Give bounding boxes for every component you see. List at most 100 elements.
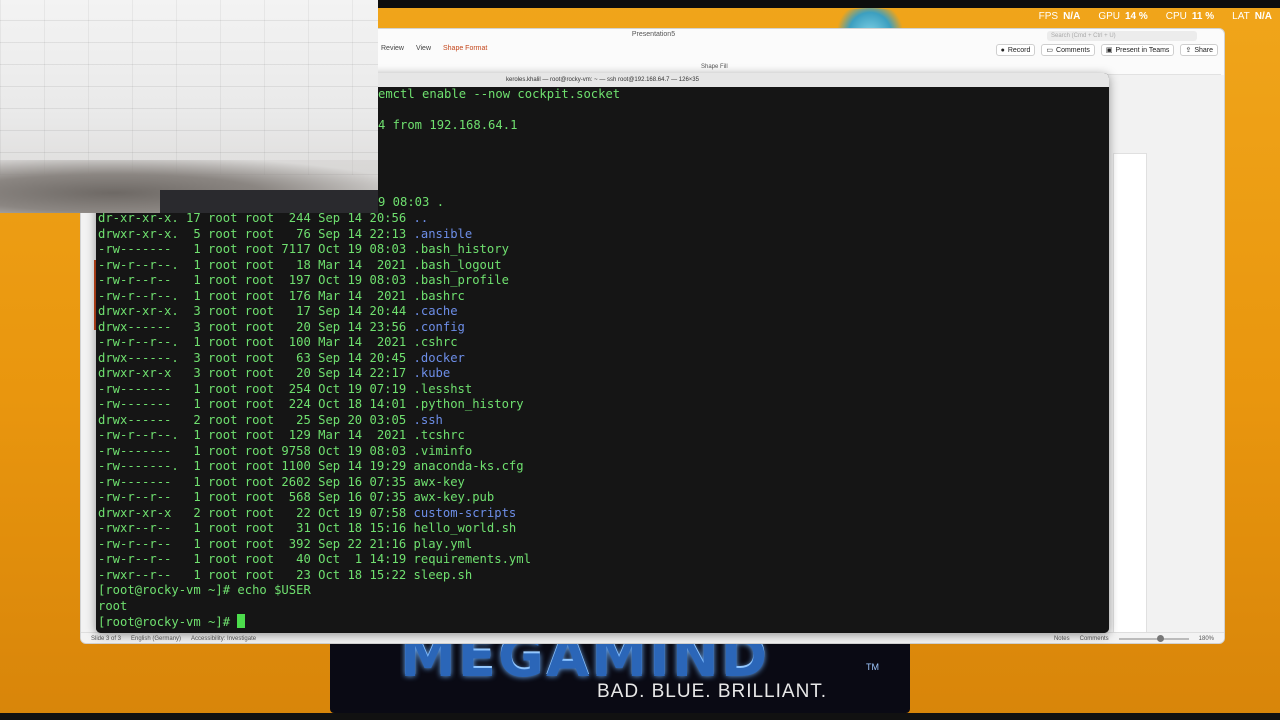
tab-review[interactable]: Review <box>381 45 404 52</box>
record-button[interactable]: ● Record <box>995 44 1036 56</box>
ls-row: -rw-r--r--. 1 root root 18 Mar 14 2021 .… <box>98 258 502 274</box>
ls-row-meta: drwx------. 3 root root 63 Sep 14 20:45 <box>98 350 414 365</box>
ls-row-meta: -rw-r--r-- 1 root root 568 Sep 16 07:35 <box>98 490 414 504</box>
wallpaper-tagline: BAD. BLUE. BRILLIANT. <box>597 681 828 702</box>
comments-label: Comments <box>1056 46 1090 54</box>
share-label: Share <box>1194 46 1213 54</box>
ls-row-filename: awx-key <box>413 474 465 489</box>
ls-row-filename: .lesshst <box>413 381 473 396</box>
terminal-prompt-line: [root@rocky-vm ~]# <box>98 614 246 630</box>
zoom-slider-knob[interactable] <box>1156 635 1164 642</box>
stat-label: LAT <box>1232 11 1250 22</box>
ls-row-filename: .bash_profile <box>413 273 509 287</box>
ls-row-filename: .viminfo <box>413 443 473 458</box>
ls-row-dirname: .cache <box>413 304 458 318</box>
ls-row-meta: drwx------ 3 root root 20 Sep 14 23:56 <box>98 319 414 334</box>
ppt-ribbon-tabs: Review View Shape Format <box>381 45 487 52</box>
accessibility-indicator[interactable]: Accessibility: Investigate <box>191 636 256 642</box>
ls-row: -rw------- 1 root root 9758 Oct 19 08:03… <box>98 444 472 460</box>
webcam-feed <box>0 0 378 213</box>
comments-status-button[interactable]: Comments <box>1080 636 1109 642</box>
record-icon: ● <box>1000 46 1005 54</box>
ls-row-dirname: .ssh <box>413 412 443 427</box>
record-label: Record <box>1007 46 1031 54</box>
ls-row-meta: -rw------- 1 root root 9758 Oct 19 08:03 <box>98 443 414 458</box>
ls-row: -rwxr--r-- 1 root root 31 Oct 18 15:16 h… <box>98 521 516 537</box>
ls-row-dirname: .config <box>413 319 465 334</box>
stat-label: CPU <box>1165 11 1187 22</box>
ls-row-filename: .bashrc <box>413 288 465 303</box>
terminal-line-text: 9 08:03 . <box>378 195 445 209</box>
ppt-slide[interactable] <box>1113 153 1147 637</box>
notes-button[interactable]: Notes <box>1054 636 1070 642</box>
ls-row: drwxr-xr-x. 5 root root 76 Sep 14 22:13 … <box>98 227 472 243</box>
comments-button[interactable]: ▭ Comments <box>1041 44 1095 56</box>
share-icon: ⇪ <box>1185 47 1192 54</box>
share-button[interactable]: ⇪ Share <box>1180 44 1218 56</box>
terminal-output-line: root <box>98 599 127 615</box>
terminal-line: 4 from 192.168.64.1 <box>378 118 517 134</box>
ls-row-dirname: .. <box>413 211 429 225</box>
ls-row-filename: requirements.yml <box>413 552 531 566</box>
ls-row-dirname: .docker <box>413 350 465 365</box>
ppt-search-field[interactable]: Search (Cmd + Ctrl + U) <box>1047 31 1197 41</box>
ls-row: drwx------. 3 root root 63 Sep 14 20:45 … <box>98 351 465 367</box>
ls-row-dirname: .ansible <box>413 226 473 241</box>
ls-row-meta: -rw-r--r--. 1 root root 176 Mar 14 2021 <box>98 288 414 303</box>
stat-label: GPU <box>1098 11 1120 22</box>
ls-row-meta: -rwxr--r-- 1 root root 31 Oct 18 15:16 <box>98 521 414 535</box>
ls-row: -rw------- 1 root root 224 Oct 18 14:01 … <box>98 397 524 413</box>
ls-row: -rw-r--r-- 1 root root 392 Sep 22 21:16 … <box>98 537 472 553</box>
ls-row-meta: drwxr-xr-x 3 root root 20 Sep 14 22:17 <box>98 366 414 380</box>
tab-shape-format[interactable]: Shape Format <box>443 45 487 52</box>
teams-icon: ▣ <box>1105 47 1113 54</box>
terminal-output-text: root <box>98 598 128 613</box>
stat-lat: LAT N/A <box>1232 11 1272 27</box>
ls-row: -rw-r--r-- 1 root root 197 Oct 19 08:03 … <box>98 273 509 289</box>
ppt-status-right: Notes Comments 180% <box>1054 635 1214 642</box>
performance-overlay: FPS N/A GPU 14 % CPU 11 % LAT N/A <box>1039 11 1272 27</box>
terminal-line: 9 08:03 . <box>378 195 444 211</box>
terminal-cursor[interactable] <box>237 614 246 628</box>
ls-row-filename: play.yml <box>413 536 473 551</box>
slide-counter: Slide 3 of 3 <box>91 636 122 642</box>
tab-view[interactable]: View <box>416 45 431 52</box>
present-in-teams-button[interactable]: ▣ Present in Teams <box>1100 44 1175 56</box>
ls-row: -rw------- 1 root root 7117 Oct 19 08:03… <box>98 242 509 258</box>
comments-icon: ▭ <box>1046 47 1054 54</box>
wallpaper-trademark: TM <box>866 662 879 672</box>
zoom-slider[interactable] <box>1118 635 1189 642</box>
ls-row-filename: awx-key.pub <box>413 490 495 504</box>
ls-row-meta: -rw------- 1 root root 2602 Sep 16 07:35 <box>98 474 414 489</box>
stat-fps: FPS N/A <box>1039 11 1081 27</box>
ls-row: drwxr-xr-x. 3 root root 17 Sep 14 20:44 … <box>98 304 458 320</box>
ls-row-meta: dr-xr-xr-x. 17 root root 244 Sep 14 20:5… <box>98 211 414 225</box>
stat-gpu: GPU 14 % <box>1098 11 1147 27</box>
ls-row: drwxr-xr-x 3 root root 20 Sep 14 22:17 .… <box>98 366 450 382</box>
present-in-teams-label: Present in Teams <box>1115 46 1170 54</box>
ls-row: -rw-r--r--. 1 root root 100 Mar 14 2021 … <box>98 335 458 351</box>
ls-row-meta: drwxr-xr-x. 3 root root 17 Sep 14 20:44 <box>98 304 414 318</box>
terminal-line-text: emctl enable --now cockpit.socket <box>378 87 621 101</box>
webcam-brick-wall <box>0 0 378 175</box>
ls-row: -rw------- 1 root root 2602 Sep 16 07:35… <box>98 475 465 491</box>
ls-row: dr-xr-xr-x. 17 root root 244 Sep 14 20:5… <box>98 211 428 227</box>
ppt-status-left: Slide 3 of 3 English (Germany) Accessibi… <box>91 636 256 642</box>
shape-fill-button[interactable]: Shape Fill <box>701 64 728 70</box>
ls-row-filename: .python_history <box>413 397 524 411</box>
ls-row-meta: -rwxr--r-- 1 root root 23 Oct 18 15:22 <box>98 567 414 582</box>
ls-row: -rw-r--r--. 1 root root 176 Mar 14 2021 … <box>98 289 465 305</box>
stat-value: 14 % <box>1124 11 1148 22</box>
stat-value: 11 % <box>1191 11 1215 22</box>
ppt-status-bar: Slide 3 of 3 English (Germany) Accessibi… <box>81 632 1224 643</box>
ls-row-meta: -rw-------. 1 root root 1100 Sep 14 19:2… <box>98 459 414 473</box>
desktop-bottom-strip <box>0 713 1280 720</box>
language-indicator[interactable]: English (Germany) <box>131 636 181 642</box>
ls-row: -rw-r--r-- 1 root root 568 Sep 16 07:35 … <box>98 490 494 506</box>
ls-row-filename: .bash_history <box>413 242 509 256</box>
zoom-level[interactable]: 180% <box>1199 636 1214 642</box>
stat-value: N/A <box>1063 11 1081 22</box>
ls-row: -rwxr--r-- 1 root root 23 Oct 18 15:22 s… <box>98 568 472 584</box>
ls-row: drwxr-xr-x 2 root root 22 Oct 19 07:58 c… <box>98 506 516 522</box>
stat-cpu: CPU 11 % <box>1166 11 1214 27</box>
